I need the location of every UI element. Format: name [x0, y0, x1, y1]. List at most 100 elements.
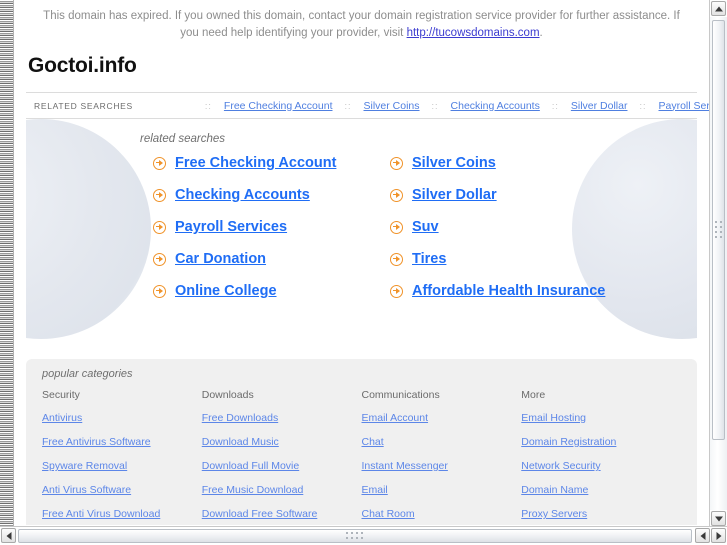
list-item[interactable]: Anti Virus Software	[42, 480, 202, 498]
result-item[interactable]: Checking Accounts	[153, 187, 390, 203]
page-viewport: This domain has expired. If you owned th…	[14, 0, 709, 525]
list-item[interactable]: Spyware Removal	[42, 456, 202, 474]
result-link-affordable-health-insurance[interactable]: Affordable Health Insurance	[412, 283, 605, 299]
result-item[interactable]: Silver Dollar	[390, 187, 697, 203]
scroll-up-button[interactable]	[711, 1, 726, 16]
list-item[interactable]: Network Security	[521, 456, 681, 474]
scroll-right-button[interactable]	[711, 528, 726, 543]
category-link-email-hosting[interactable]: Email Hosting	[521, 412, 586, 424]
list-item[interactable]: Download Full Movie	[202, 456, 362, 474]
navbar-link-silver-coins[interactable]: Silver Coins	[364, 100, 420, 112]
result-link-free-checking-account[interactable]: Free Checking Account	[175, 155, 336, 171]
result-link-checking-accounts[interactable]: Checking Accounts	[175, 187, 310, 203]
result-link-payroll-services[interactable]: Payroll Services	[175, 219, 287, 235]
scroll-left-button-secondary[interactable]	[695, 528, 710, 543]
arrow-circle-icon	[153, 156, 166, 170]
list-item[interactable]: Download Music	[202, 432, 362, 450]
category-link-list: Antivirus Free Antivirus Software Spywar…	[42, 408, 202, 522]
result-link-online-college[interactable]: Online College	[175, 283, 277, 299]
category-column-communications: Communications Email Account Chat Instan…	[362, 389, 522, 525]
category-link-domain-registration[interactable]: Domain Registration	[521, 436, 616, 448]
category-link-free-music-download[interactable]: Free Music Download	[202, 484, 304, 496]
category-link-proxy-servers[interactable]: Proxy Servers	[521, 508, 587, 520]
result-item[interactable]: Silver Coins	[390, 155, 697, 171]
scrollbar-grip-icon	[714, 221, 723, 239]
result-link-car-donation[interactable]: Car Donation	[175, 251, 266, 267]
result-item[interactable]: Free Checking Account	[153, 155, 390, 171]
result-link-silver-coins[interactable]: Silver Coins	[412, 155, 496, 171]
results-grid: Free Checking Account Silver Coins Check…	[26, 155, 697, 299]
navbar-link-payroll-services[interactable]: Payroll Services	[659, 100, 710, 112]
category-link-chat[interactable]: Chat	[362, 436, 384, 448]
horizontal-scrollbar-thumb[interactable]	[18, 529, 692, 543]
list-item[interactable]: Proxy Servers	[521, 504, 681, 522]
result-link-tires[interactable]: Tires	[412, 251, 446, 267]
list-item[interactable]: Free Antivirus Software	[42, 432, 202, 450]
list-item[interactable]: Email Account	[362, 408, 522, 426]
horizontal-scrollbar[interactable]	[0, 526, 727, 545]
related-searches-navbar: RELATED SEARCHES :: Free Checking Accoun…	[26, 92, 709, 119]
list-item[interactable]: Free Anti Virus Download	[42, 504, 202, 522]
category-link-domain-name[interactable]: Domain Name	[521, 484, 588, 496]
vertical-scrollbar-thumb[interactable]	[712, 20, 725, 440]
navbar-separator: ::	[431, 100, 439, 111]
navbar-separator: ::	[344, 100, 352, 111]
navbar-link-checking-accounts[interactable]: Checking Accounts	[451, 100, 540, 112]
tucowsdomains-link[interactable]: http://tucowsdomains.com	[407, 27, 540, 39]
category-link-email-account[interactable]: Email Account	[362, 412, 429, 424]
navbar-link-silver-dollar[interactable]: Silver Dollar	[571, 100, 628, 112]
chevron-right-icon	[716, 531, 721, 540]
scroll-left-button[interactable]	[1, 528, 16, 543]
list-item[interactable]: Download Free Software	[202, 504, 362, 522]
result-item[interactable]: Payroll Services	[153, 219, 390, 235]
window-resize-strip[interactable]	[0, 0, 14, 527]
arrow-circle-icon	[390, 284, 403, 298]
result-item[interactable]: Online College	[153, 283, 390, 299]
arrow-circle-icon	[153, 252, 166, 266]
results-heading: related searches	[140, 133, 226, 145]
list-item[interactable]: Domain Name	[521, 480, 681, 498]
list-item[interactable]: Email Hosting	[521, 408, 681, 426]
result-item[interactable]: Suv	[390, 219, 697, 235]
category-link-network-security[interactable]: Network Security	[521, 460, 600, 472]
list-item[interactable]: Chat	[362, 432, 522, 450]
category-link-spyware-removal[interactable]: Spyware Removal	[42, 460, 127, 472]
category-link-free-antivirus-software[interactable]: Free Antivirus Software	[42, 436, 151, 448]
arrow-circle-icon	[390, 188, 403, 202]
result-item[interactable]: Affordable Health Insurance	[390, 283, 697, 299]
navbar-link-free-checking-account[interactable]: Free Checking Account	[224, 100, 333, 112]
category-link-download-free-software[interactable]: Download Free Software	[202, 508, 318, 520]
list-item[interactable]: Antivirus	[42, 408, 202, 426]
category-link-antivirus[interactable]: Antivirus	[42, 412, 82, 424]
result-link-silver-dollar[interactable]: Silver Dollar	[412, 187, 497, 203]
categories-grid: Security Antivirus Free Antivirus Softwa…	[26, 389, 697, 525]
list-item[interactable]: Domain Registration	[521, 432, 681, 450]
result-item[interactable]: Car Donation	[153, 251, 390, 267]
scrollbar-grip-icon	[346, 532, 364, 540]
category-link-chat-room[interactable]: Chat Room	[362, 508, 415, 520]
category-link-download-full-movie[interactable]: Download Full Movie	[202, 460, 299, 472]
list-item[interactable]: Free Downloads	[202, 408, 362, 426]
category-link-instant-messenger[interactable]: Instant Messenger	[362, 460, 448, 472]
arrow-circle-icon	[153, 284, 166, 298]
list-item[interactable]: Instant Messenger	[362, 456, 522, 474]
list-item[interactable]: Chat Room	[362, 504, 522, 522]
chevron-down-icon	[714, 516, 723, 521]
result-item[interactable]: Tires	[390, 251, 697, 267]
category-link-email[interactable]: Email	[362, 484, 388, 496]
list-item[interactable]: Email	[362, 480, 522, 498]
category-link-anti-virus-software[interactable]: Anti Virus Software	[42, 484, 131, 496]
result-link-suv[interactable]: Suv	[412, 219, 439, 235]
notice-text-after-link: .	[539, 27, 543, 39]
scroll-down-button[interactable]	[711, 511, 726, 526]
arrow-circle-icon	[153, 188, 166, 202]
category-link-download-music[interactable]: Download Music	[202, 436, 279, 448]
navbar-label: RELATED SEARCHES	[34, 100, 133, 111]
vertical-scrollbar[interactable]	[709, 0, 727, 527]
notice-text-before-link: This domain has expired. If you owned th…	[43, 10, 680, 39]
category-link-free-anti-virus-download[interactable]: Free Anti Virus Download	[42, 508, 160, 520]
arrow-circle-icon	[390, 252, 403, 266]
category-link-free-downloads[interactable]: Free Downloads	[202, 412, 278, 424]
list-item[interactable]: Free Music Download	[202, 480, 362, 498]
popular-categories-panel: popular categories Security Antivirus Fr…	[26, 359, 697, 525]
